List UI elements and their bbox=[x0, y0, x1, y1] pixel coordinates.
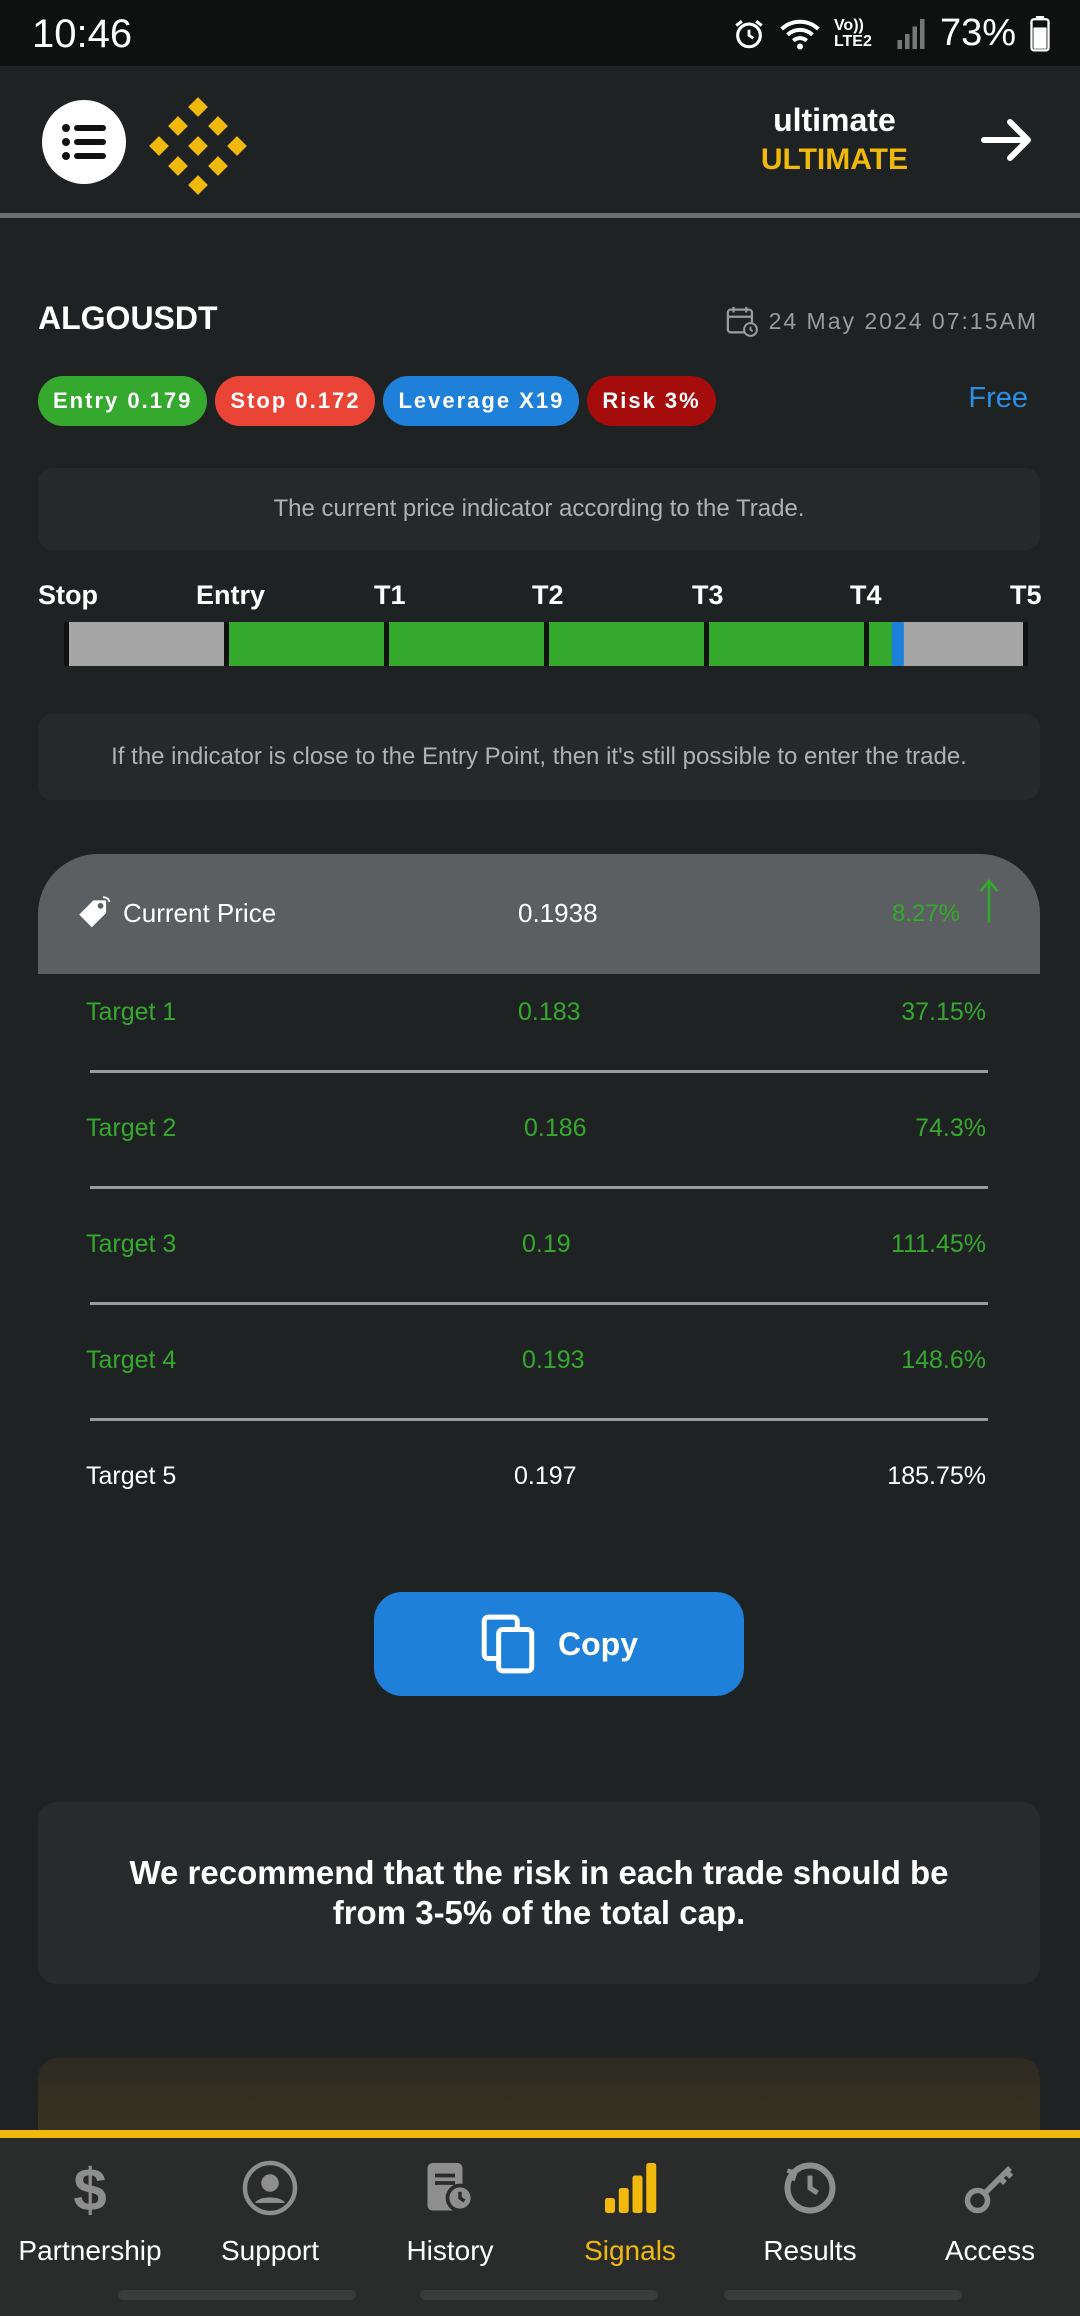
copy-button[interactable]: Copy bbox=[374, 1592, 744, 1696]
current-price-row: Current Price 0.1938 8.27% bbox=[38, 854, 1040, 974]
nav-support[interactable]: Support bbox=[180, 2158, 360, 2267]
network-label: Vo)) LTE2 bbox=[833, 16, 872, 50]
signal-badges: Entry 0.179 Stop 0.172 Leverage X19 Risk… bbox=[38, 376, 716, 426]
alarm-icon bbox=[735, 19, 763, 48]
system-nav-indicator bbox=[420, 2290, 658, 2300]
system-nav-indicator bbox=[118, 2290, 356, 2300]
support-agent-icon bbox=[242, 2160, 298, 2216]
price-indicator-bar bbox=[64, 622, 1028, 666]
current-price-change: 8.27% bbox=[891, 900, 960, 927]
calendar-icon bbox=[726, 306, 758, 337]
nav-label: Access bbox=[944, 2235, 1036, 2266]
target-label: Target 1 bbox=[86, 998, 177, 1026]
target-price: 0.19 bbox=[522, 1230, 571, 1258]
copy-label: Copy bbox=[558, 1625, 638, 1662]
bottom-navigation: $ Partnership Support History Signals Re… bbox=[0, 2130, 1080, 2316]
symbol-title: ALGOUSDT bbox=[38, 300, 218, 336]
target-price: 0.193 bbox=[522, 1346, 585, 1374]
indicator-label-t4: T4 bbox=[850, 580, 882, 610]
nav-label: Signals bbox=[584, 2235, 676, 2266]
nav-history[interactable]: History bbox=[360, 2158, 540, 2267]
indicator-label-entry: Entry bbox=[196, 580, 266, 610]
indicator-label-t5: T5 bbox=[1010, 580, 1042, 610]
battery-icon bbox=[1030, 15, 1050, 52]
target-percent: 37.15% bbox=[901, 998, 986, 1026]
wifi-icon bbox=[780, 19, 820, 49]
indicator-progress-fill bbox=[224, 622, 898, 666]
key-icon bbox=[964, 2166, 1014, 2214]
nav-label: History bbox=[406, 2235, 494, 2266]
target-row-3: Target 3 0.19 111.45% bbox=[38, 1230, 1040, 1270]
history-icon bbox=[427, 2163, 475, 2213]
status-bar: 10:46 Vo)) LTE2 73% bbox=[0, 0, 1080, 66]
entry-badge: Entry 0.179 bbox=[38, 376, 208, 426]
target-label: Target 3 bbox=[86, 1230, 177, 1258]
target-label: Target 2 bbox=[86, 1114, 177, 1142]
arrow-up-icon bbox=[979, 878, 999, 923]
risk-recommendation: We recommend that the risk in each trade… bbox=[38, 1802, 1040, 1984]
targets-table: Current Price 0.1938 8.27% Target 1 0.18… bbox=[38, 854, 1040, 1490]
list-menu-icon bbox=[62, 124, 106, 160]
nav-label: Support bbox=[220, 2235, 320, 2266]
nav-label: Results bbox=[763, 2235, 857, 2266]
nav-access[interactable]: Access bbox=[900, 2158, 1080, 2267]
indicator-label-t2: T2 bbox=[532, 580, 564, 610]
signal-bars-icon bbox=[605, 2163, 657, 2213]
target-row-2: Target 2 0.186 74.3% bbox=[38, 1114, 1040, 1154]
leverage-badge: Leverage X19 bbox=[383, 376, 580, 426]
indicator-label-stop: Stop bbox=[38, 580, 98, 610]
current-price-label: Current Price bbox=[123, 898, 277, 928]
target-label: Target 5 bbox=[86, 1462, 177, 1490]
battery-percent: 73% bbox=[939, 12, 1016, 54]
target-row-1: Target 1 0.183 37.15% bbox=[38, 998, 1040, 1038]
target-price: 0.197 bbox=[514, 1462, 577, 1490]
svg-text:$: $ bbox=[73, 2158, 106, 2218]
signal-strength-icon bbox=[897, 18, 925, 49]
status-time: 10:46 bbox=[32, 12, 133, 56]
menu-button[interactable] bbox=[42, 100, 126, 184]
signal-date: 24 May 2024 07:15AM bbox=[725, 304, 1038, 338]
target-price: 0.186 bbox=[524, 1114, 587, 1142]
nav-label: Partnership bbox=[18, 2235, 162, 2266]
target-percent: 185.75% bbox=[887, 1462, 986, 1490]
nav-signals[interactable]: Signals bbox=[540, 2158, 720, 2267]
nav-partnership[interactable]: $ Partnership bbox=[0, 2157, 180, 2267]
stop-badge: Stop 0.172 bbox=[215, 376, 376, 426]
indicator-label-t1: T1 bbox=[374, 580, 406, 610]
results-icon bbox=[784, 2162, 836, 2214]
risk-badge: Risk 3% bbox=[587, 376, 716, 426]
target-percent: 148.6% bbox=[901, 1346, 986, 1374]
target-percent: 74.3% bbox=[915, 1114, 986, 1142]
system-nav-indicator bbox=[724, 2290, 962, 2300]
row-divider bbox=[90, 1070, 988, 1073]
price-tag-icon bbox=[79, 896, 111, 928]
current-price-value: 0.1938 bbox=[518, 898, 598, 928]
row-divider bbox=[90, 1186, 988, 1189]
indicator-note: If the indicator is close to the Entry P… bbox=[38, 714, 1040, 800]
target-row-5: Target 5 0.197 185.75% bbox=[38, 1462, 1040, 1502]
user-name: ultimate bbox=[773, 102, 896, 138]
target-row-4: Target 4 0.193 148.6% bbox=[38, 1346, 1040, 1386]
copy-icon bbox=[481, 1614, 535, 1674]
row-divider bbox=[90, 1302, 988, 1305]
access-label: Free bbox=[968, 382, 1028, 414]
app-header: ultimate ULTIMATE bbox=[0, 66, 1080, 218]
indicator-label-t3: T3 bbox=[692, 580, 724, 610]
arrow-right-icon[interactable] bbox=[976, 108, 1040, 172]
date-text: 24 May 2024 07:15AM bbox=[768, 307, 1038, 334]
current-price-marker bbox=[891, 622, 904, 666]
user-info: ultimate ULTIMATE bbox=[761, 102, 908, 177]
row-divider bbox=[90, 1418, 988, 1421]
next-card bbox=[38, 2058, 1040, 2138]
indicator-caption: The current price indicator according to… bbox=[38, 468, 1040, 550]
target-price: 0.183 bbox=[518, 998, 581, 1026]
user-plan: ULTIMATE bbox=[760, 143, 908, 176]
status-icons: Vo)) LTE2 73% bbox=[732, 12, 1050, 55]
target-label: Target 4 bbox=[86, 1346, 177, 1374]
target-percent: 111.45% bbox=[891, 1230, 986, 1258]
indicator-labels: Stop Entry T1 T2 T3 T4 T5 bbox=[38, 580, 1042, 614]
nav-results[interactable]: Results bbox=[720, 2158, 900, 2267]
binance-logo-icon bbox=[149, 97, 247, 195]
dollar-icon: $ bbox=[73, 2157, 106, 2224]
